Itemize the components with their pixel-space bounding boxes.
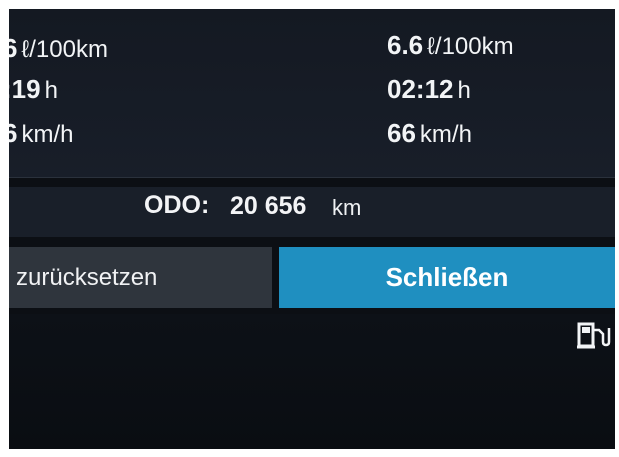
- trip-computer-screen: 6ℓ/100km :19h 6km/h 6.6ℓ/100km 02:12h 66…: [9, 9, 615, 449]
- left-speed-unit: km/h: [21, 121, 74, 148]
- right-time-value: 02:12: [387, 74, 454, 104]
- odometer-value: 20 656: [230, 192, 307, 220]
- left-consumption: 6 ℓ/100km: [9, 34, 108, 64]
- bottom-area: [9, 314, 615, 449]
- panel-divider: [9, 177, 615, 178]
- odometer-unit: km: [332, 195, 362, 220]
- right-consumption: 6.6 ℓ/100km: [387, 31, 514, 61]
- left-time: :19h: [9, 75, 58, 105]
- reset-button[interactable]: zurücksetzen: [9, 247, 272, 308]
- close-button[interactable]: Schließen: [279, 247, 615, 308]
- right-speed-value: 66: [387, 118, 416, 148]
- left-consumption-unit: ℓ/100km: [21, 36, 108, 63]
- left-time-unit: h: [44, 77, 58, 104]
- left-speed-value: 6: [9, 118, 18, 148]
- right-time-unit: h: [457, 77, 471, 104]
- odometer-row: [9, 187, 615, 237]
- right-consumption-unit: ℓ/100km: [427, 33, 514, 60]
- right-consumption-value: 6.6: [387, 30, 424, 60]
- gas-station-icon: [577, 322, 611, 349]
- odometer-label: ODO:: [144, 191, 210, 219]
- left-consumption-value: 6: [9, 33, 18, 63]
- right-speed-unit: km/h: [419, 121, 472, 148]
- right-speed: 66 km/h: [387, 119, 472, 149]
- right-time: 02:12 h: [387, 75, 471, 105]
- left-speed: 6 km/h: [9, 119, 73, 149]
- left-time-value: :19: [9, 74, 41, 104]
